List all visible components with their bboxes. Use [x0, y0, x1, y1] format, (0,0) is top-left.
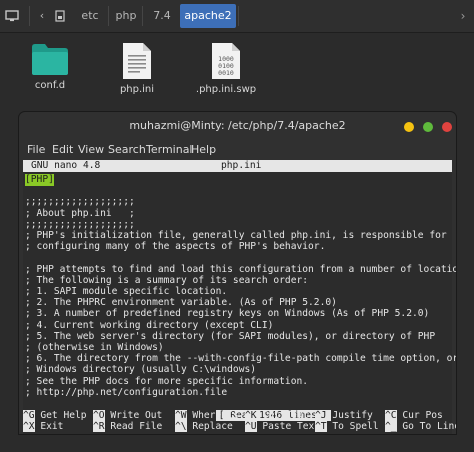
- file-item-php-ini[interactable]: php.ini: [97, 42, 177, 95]
- shortcut-key: ^O: [93, 410, 105, 421]
- editor-line: ; configuring many of the aspects of PHP…: [25, 241, 326, 253]
- menu-edit[interactable]: Edit: [52, 140, 73, 160]
- status-message: [ Read 1946 lines ]: [181, 398, 332, 421]
- menu-help[interactable]: Help: [191, 140, 216, 160]
- shortcut-key: ^T: [315, 421, 327, 432]
- editor-line: ; 5. The web server's directory (for SAP…: [25, 330, 436, 342]
- terminal-screen[interactable]: GNU nano 4.8 php.ini [PHP];;;;;;;;;;;;;;…: [23, 160, 456, 434]
- menu-view[interactable]: View: [78, 140, 104, 160]
- shortcut-label: To Spell: [332, 421, 379, 432]
- menu-file[interactable]: File: [27, 140, 45, 160]
- breadcrumb-apache2[interactable]: apache2: [180, 4, 236, 28]
- binary-text-3: 0010: [218, 69, 234, 77]
- file-label: conf.d: [34, 80, 66, 91]
- folder-icon: [31, 42, 69, 76]
- shortcut-key: ^_: [385, 421, 397, 432]
- editor-line: ; http://php.net/configuration.file: [25, 386, 228, 398]
- shortcut-item[interactable]: ^X Exit: [23, 421, 63, 433]
- menu-bar: File Edit View Search Terminal Help: [19, 140, 456, 160]
- breadcrumb-php[interactable]: php: [110, 4, 142, 28]
- editor-line: ; See the PHP docs for more specific inf…: [25, 375, 309, 387]
- file-label: .php.ini.swp: [195, 84, 257, 95]
- breadcrumb-etc[interactable]: etc: [72, 4, 108, 28]
- editor-line: ; 4. Current working directory (except C…: [25, 319, 274, 331]
- shortcut-key: ^R: [93, 421, 105, 432]
- shortcut-item[interactable]: ^T To Spell: [315, 421, 379, 433]
- file-item-php-ini-swp[interactable]: 1000 0100 0010 .php.ini.swp: [186, 42, 266, 95]
- shortcut-item[interactable]: ^_ Go To Line: [385, 421, 456, 433]
- path-bar: ‹ etc php 7.4 apache2 ›: [0, 0, 474, 33]
- terminal-window[interactable]: muhazmi@Minty: /etc/php/7.4/apache2 File…: [19, 112, 456, 434]
- shortcut-key: ^J: [315, 410, 327, 421]
- nano-version: GNU nano 4.8: [31, 160, 101, 171]
- minimize-button[interactable]: [404, 122, 414, 132]
- editor-line: ; About php.ini ;: [25, 207, 135, 219]
- editor-line: ; Windows directory (usually C:\windows): [25, 364, 257, 376]
- editor-line: ; 1. SAPI module specific location.: [25, 286, 228, 297]
- shortcut-label: Write Out: [110, 410, 163, 421]
- binary-file-icon: 1000 0100 0010: [211, 42, 241, 80]
- shortcut-key: ^X: [23, 421, 35, 432]
- maximize-button[interactable]: [423, 122, 433, 132]
- shortcut-key: ^C: [385, 410, 397, 421]
- shortcut-label: Go To Line: [402, 421, 456, 432]
- right-arrow-icon[interactable]: ›: [452, 4, 474, 28]
- left-arrow-icon[interactable]: ‹: [32, 4, 52, 28]
- nano-header: GNU nano 4.8 php.ini: [23, 160, 452, 172]
- shortcut-item[interactable]: ^U Paste Text: [245, 421, 320, 433]
- file-label: php.ini: [119, 84, 155, 95]
- shortcut-label: Get Help: [40, 410, 87, 421]
- editor-line: ; PHP attempts to find and load this con…: [25, 263, 456, 275]
- editor-line: [PHP]: [25, 174, 54, 186]
- shortcut-item[interactable]: ^\ Replace: [175, 421, 233, 433]
- shortcut-key: ^G: [23, 410, 35, 421]
- window-title: muhazmi@Minty: /etc/php/7.4/apache2: [129, 119, 346, 132]
- editor-line: ; 2. The PHPRC environment variable. (As…: [25, 297, 337, 309]
- shortcut-key: ^\: [175, 421, 187, 432]
- editor-line: ; 6. The directory from the --with-confi…: [25, 353, 456, 365]
- folder-item-conf-d[interactable]: conf.d: [10, 42, 90, 91]
- computer-icon[interactable]: [0, 4, 24, 28]
- shortcut-label: Replace: [192, 421, 233, 432]
- shortcut-label: Paste Text: [262, 421, 321, 432]
- editor-line: ; The following is a summary of its sear…: [25, 274, 309, 286]
- editor-line: ; (otherwise in Windows): [25, 342, 164, 353]
- shortcut-key: ^K: [245, 410, 257, 421]
- menu-search[interactable]: Search: [108, 140, 146, 160]
- menu-terminal[interactable]: Terminal: [146, 140, 193, 160]
- shortcut-key: ^U: [245, 421, 257, 432]
- nano-filename: php.ini: [221, 160, 262, 171]
- shortcut-label: Read File: [110, 421, 163, 432]
- drive-icon[interactable]: [50, 4, 70, 28]
- text-file-icon: [122, 42, 152, 80]
- shortcut-label: Exit: [40, 421, 64, 432]
- shortcut-key: ^W: [175, 410, 187, 421]
- editor-line: ;;;;;;;;;;;;;;;;;;;: [25, 196, 135, 208]
- shortcut-label: Where Is: [192, 410, 239, 421]
- close-button[interactable]: [442, 122, 452, 132]
- editor-line: ; 3. A number of predefined registry key…: [25, 308, 430, 320]
- breadcrumb-7-4[interactable]: 7.4: [146, 4, 178, 28]
- editor-line: ; PHP's initialization file, generally c…: [25, 230, 447, 241]
- editor-line: ;;;;;;;;;;;;;;;;;;;: [25, 218, 135, 230]
- shortcut-item[interactable]: ^R Read File: [93, 421, 162, 433]
- shortcut-label: Cut Text: [262, 410, 309, 421]
- shortcut-label: Cur Pos: [402, 410, 443, 421]
- shortcut-label: Justify: [332, 410, 373, 421]
